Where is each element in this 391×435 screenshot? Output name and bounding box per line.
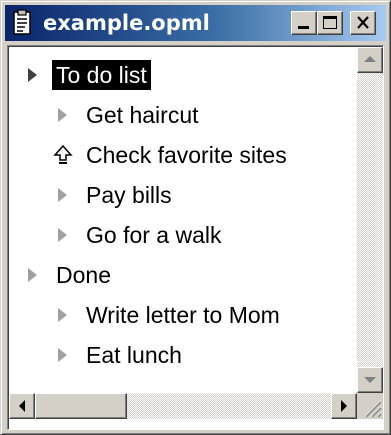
- outline-row[interactable]: Pay bills: [52, 178, 176, 212]
- up-arrow-icon[interactable]: [52, 144, 74, 166]
- maximize-button[interactable]: [317, 11, 343, 35]
- close-button[interactable]: [350, 11, 376, 35]
- triangle-right-icon[interactable]: [52, 304, 74, 326]
- outline-row[interactable]: Done: [22, 258, 115, 292]
- arrow-up-icon: [364, 56, 376, 62]
- outline-row[interactable]: Write letter to Mom: [52, 298, 284, 332]
- vertical-scrollbar[interactable]: [357, 47, 383, 393]
- triangle-right-icon[interactable]: [22, 64, 44, 86]
- scroll-right-button[interactable]: [331, 393, 357, 419]
- outline-row-label: Write letter to Mom: [86, 302, 280, 328]
- outline-row[interactable]: To do list: [22, 58, 151, 92]
- outline-row[interactable]: Eat lunch: [52, 338, 186, 372]
- minimize-icon: [298, 26, 309, 29]
- outline-row-label: Done: [56, 262, 111, 288]
- triangle-right-icon[interactable]: [52, 224, 74, 246]
- outline-view: To do list Get haircut Check favorite site…: [7, 45, 384, 430]
- outline-row-label: To do list: [52, 60, 151, 90]
- triangle-right-icon[interactable]: [52, 344, 74, 366]
- maximize-icon: [323, 16, 337, 29]
- scroll-left-button[interactable]: [9, 393, 35, 419]
- triangle-right-icon[interactable]: [22, 264, 44, 286]
- resize-grip[interactable]: [357, 393, 383, 419]
- outline-row-label: Eat lunch: [86, 342, 182, 368]
- document-icon[interactable]: [9, 9, 35, 37]
- arrow-left-icon: [19, 400, 25, 412]
- outline-row[interactable]: Check favorite sites: [52, 138, 291, 172]
- arrow-down-icon: [364, 377, 376, 383]
- outline-row-label: Get haircut: [86, 102, 199, 128]
- scroll-down-button[interactable]: [357, 367, 383, 393]
- triangle-right-icon[interactable]: [52, 184, 74, 206]
- horizontal-scrollbar[interactable]: [9, 393, 357, 419]
- outline-row[interactable]: Go for a walk: [52, 218, 226, 252]
- outline-row[interactable]: Get haircut: [52, 98, 203, 132]
- minimize-button[interactable]: [291, 11, 317, 35]
- title-bar[interactable]: example.opml: [5, 5, 386, 41]
- window-title: example.opml: [43, 11, 210, 35]
- resize-grip-icon: [364, 400, 382, 418]
- outline-row-label: Check favorite sites: [86, 142, 287, 168]
- close-icon: [357, 16, 369, 29]
- triangle-right-icon[interactable]: [52, 104, 74, 126]
- app-window: example.opml To do list Get haircut Check …: [0, 0, 391, 435]
- outline-list: To do list Get haircut Check favorite site…: [8, 46, 357, 393]
- horizontal-scroll-thumb[interactable]: [35, 393, 127, 419]
- outline-row-label: Go for a walk: [86, 222, 222, 248]
- scroll-up-button[interactable]: [357, 47, 383, 73]
- arrow-right-icon: [341, 400, 347, 412]
- outline-row-label: Pay bills: [86, 182, 172, 208]
